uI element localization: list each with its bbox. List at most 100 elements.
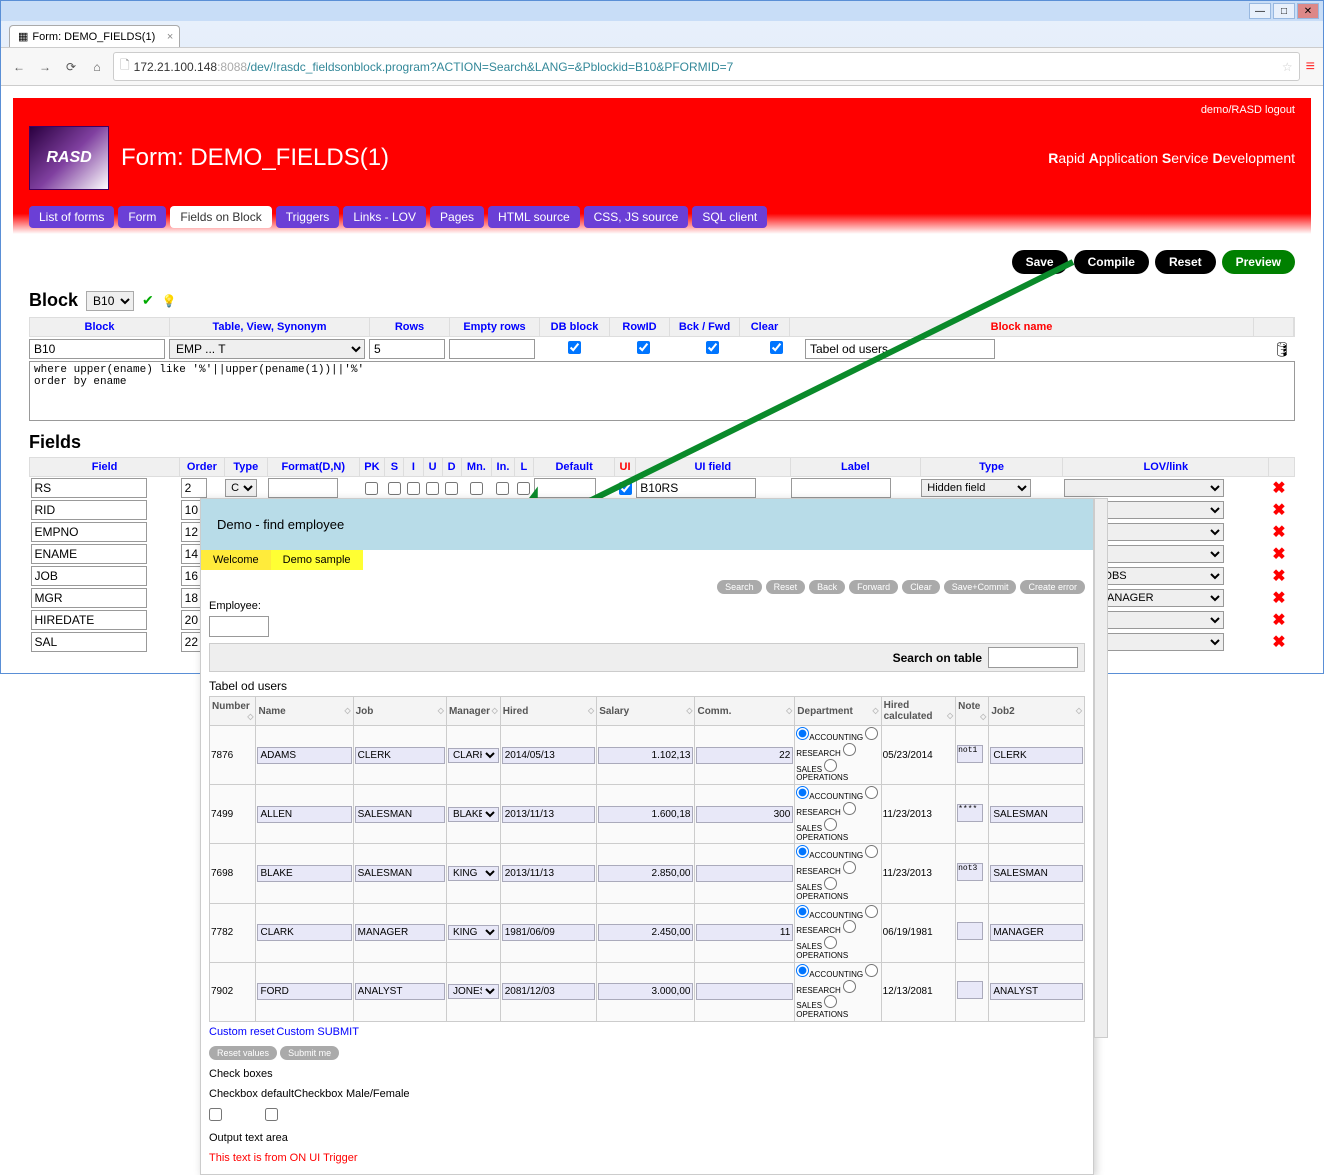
preview-btn-clear[interactable]: Clear <box>902 580 940 594</box>
nav-tab-list-of-forms[interactable]: List of forms <box>29 206 114 228</box>
cell-hired[interactable] <box>502 747 595 764</box>
empty-input[interactable] <box>449 339 535 359</box>
preview-tab-0[interactable]: Welcome <box>201 550 271 570</box>
data-hdr-5[interactable]: Salary◇ <box>597 697 695 726</box>
cell-job2[interactable] <box>990 747 1083 764</box>
cell-mgr[interactable]: CLARK <box>448 748 499 763</box>
block-select[interactable]: B10 <box>86 291 134 311</box>
data-hdr-7[interactable]: Department◇ <box>795 697 881 726</box>
dept-radio[interactable] <box>843 802 856 815</box>
cell-hired[interactable] <box>502 983 595 1000</box>
cell-job[interactable] <box>355 747 445 764</box>
rowid-cb[interactable] <box>637 341 650 354</box>
cell-note[interactable]: not3 <box>957 863 983 881</box>
dept-radio[interactable] <box>865 905 878 918</box>
delete-row-icon[interactable]: ✖ <box>1270 522 1288 542</box>
compile-button[interactable]: Compile <box>1074 250 1149 274</box>
delete-row-icon[interactable]: ✖ <box>1270 544 1288 564</box>
cell-job[interactable] <box>355 865 445 882</box>
cell-name[interactable] <box>257 747 351 764</box>
field-name[interactable] <box>31 544 147 564</box>
block-val[interactable] <box>29 339 165 359</box>
cell-mgr[interactable]: BLAKE <box>448 807 499 822</box>
field-ftype[interactable]: Hidden field <box>921 479 1031 497</box>
dept-radio[interactable] <box>796 964 809 977</box>
cb-pk[interactable] <box>365 482 378 495</box>
dept-radio[interactable] <box>865 845 878 858</box>
cell-note[interactable]: **** <box>957 804 983 822</box>
cell-sal[interactable] <box>598 806 693 823</box>
dept-radio[interactable] <box>865 727 878 740</box>
data-hdr-1[interactable]: Name◇ <box>256 697 353 726</box>
field-type[interactable]: C <box>225 479 257 497</box>
custom-reset-link[interactable]: Custom reset <box>209 1026 274 1038</box>
field-order[interactable] <box>181 478 207 498</box>
cell-hired[interactable] <box>502 806 595 823</box>
preview-btn-forward[interactable]: Forward <box>849 580 898 594</box>
cb-ui[interactable] <box>619 482 632 495</box>
reset-button[interactable]: Reset <box>1155 250 1216 274</box>
field-name[interactable] <box>31 632 147 652</box>
bulb-icon[interactable]: 💡 <box>162 294 177 308</box>
cell-sal[interactable] <box>598 747 693 764</box>
cell-mgr[interactable]: JONES <box>448 984 499 999</box>
cb-l[interactable] <box>517 482 530 495</box>
cell-hired[interactable] <box>502 865 595 882</box>
field-label[interactable] <box>791 478 891 498</box>
preview-btn-reset[interactable]: Reset <box>766 580 806 594</box>
cell-job2[interactable] <box>990 865 1083 882</box>
dept-radio[interactable] <box>824 995 837 1008</box>
cb-mf[interactable] <box>265 1108 278 1121</box>
delete-row-icon[interactable]: ✖ <box>1270 610 1288 630</box>
dept-radio[interactable] <box>865 786 878 799</box>
search-input[interactable] <box>988 647 1078 668</box>
cell-sal[interactable] <box>598 983 693 1000</box>
delete-row-icon[interactable]: ✖ <box>1270 588 1288 608</box>
cell-job[interactable] <box>355 983 445 1000</box>
preview-scrollbar[interactable] <box>1094 498 1108 1038</box>
logout-link[interactable]: logout <box>1265 104 1295 116</box>
browser-tab[interactable]: ▦ Form: DEMO_FIELDS(1) × <box>9 25 180 47</box>
dept-radio[interactable] <box>796 786 809 799</box>
delete-row-icon[interactable]: ✖ <box>1270 632 1288 652</box>
data-hdr-4[interactable]: Hired◇ <box>500 697 596 726</box>
field-name[interactable] <box>31 522 147 542</box>
preview-btn-back[interactable]: Back <box>809 580 845 594</box>
cb-default[interactable] <box>209 1108 222 1121</box>
dept-radio[interactable] <box>865 964 878 977</box>
rows-input[interactable] <box>369 339 445 359</box>
dept-radio[interactable] <box>796 727 809 740</box>
dept-radio[interactable] <box>843 920 856 933</box>
nav-tab-links-lov[interactable]: Links - LOV <box>343 206 426 228</box>
nav-tab-sql-client[interactable]: SQL client <box>692 206 767 228</box>
bckfwd-cb[interactable] <box>706 341 719 354</box>
forward-button[interactable]: → <box>35 57 55 77</box>
cell-comm[interactable] <box>696 806 793 823</box>
data-hdr-9[interactable]: Note◇ <box>956 697 989 726</box>
data-hdr-10[interactable]: Job2◇ <box>989 697 1085 726</box>
cell-sal[interactable] <box>598 924 693 941</box>
cb-mn[interactable] <box>470 482 483 495</box>
cell-sal[interactable] <box>598 865 693 882</box>
delete-row-icon[interactable]: ✖ <box>1270 500 1288 520</box>
employee-input[interactable] <box>209 616 269 637</box>
cell-comm[interactable] <box>696 983 793 1000</box>
cell-comm[interactable] <box>696 747 793 764</box>
db-block-cb[interactable] <box>568 341 581 354</box>
preview-btn-create-error[interactable]: Create error <box>1020 580 1085 594</box>
tab-close-icon[interactable]: × <box>167 31 173 43</box>
cell-name[interactable] <box>257 865 351 882</box>
blockname-input[interactable] <box>805 339 995 359</box>
data-hdr-8[interactable]: Hired calculated◇ <box>881 697 956 726</box>
delete-row-icon[interactable]: ✖ <box>1270 478 1288 498</box>
dept-radio[interactable] <box>796 845 809 858</box>
dept-radio[interactable] <box>843 743 856 756</box>
cell-note[interactable] <box>957 922 983 940</box>
nav-tab-css-js-source[interactable]: CSS, JS source <box>584 206 689 228</box>
window-maximize[interactable]: □ <box>1273 3 1295 19</box>
dept-radio[interactable] <box>824 936 837 949</box>
cb-s[interactable] <box>388 482 401 495</box>
nav-tab-fields-on-block[interactable]: Fields on Block <box>170 206 271 228</box>
data-hdr-0[interactable]: Number◇ <box>210 697 256 726</box>
tool-icon[interactable]: 🛢 <box>1273 341 1291 358</box>
